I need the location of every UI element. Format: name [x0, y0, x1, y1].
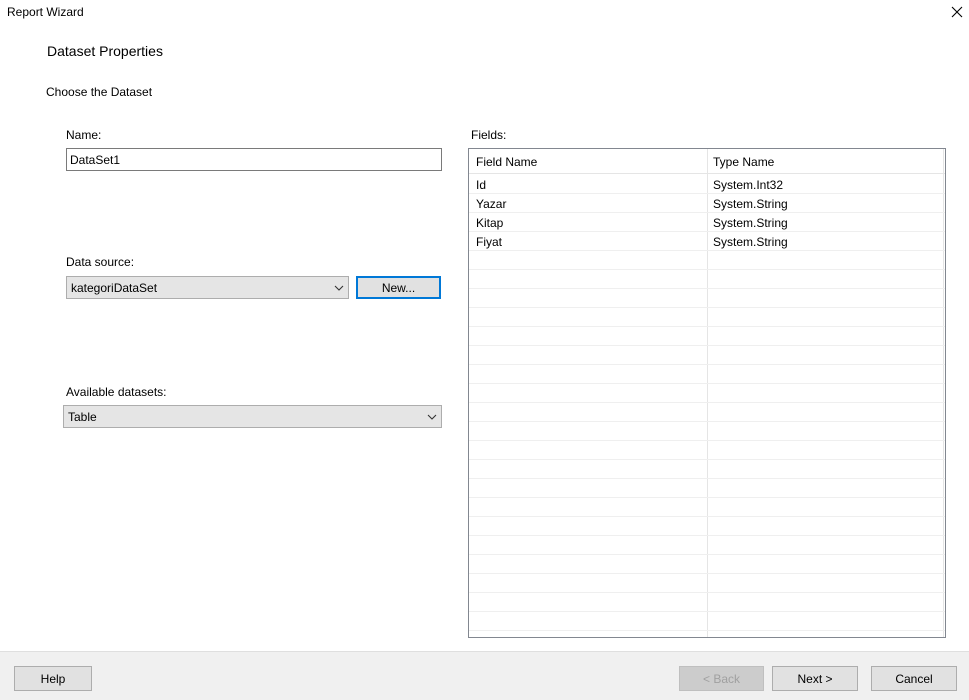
grid-header: Field Name Type Name [469, 149, 945, 174]
empty-row [469, 327, 945, 346]
field-name-cell: Id [476, 178, 487, 192]
fields-label: Fields: [471, 128, 507, 142]
data-source-label: Data source: [66, 255, 135, 269]
empty-row [469, 612, 945, 631]
empty-row [469, 498, 945, 517]
field-name-cell: Kitap [476, 216, 504, 230]
field-name-cell: Yazar [476, 197, 507, 211]
empty-row [469, 384, 945, 403]
empty-row [469, 270, 945, 289]
available-datasets-selected: Table [68, 410, 97, 424]
empty-row [469, 251, 945, 270]
cancel-button[interactable]: Cancel [871, 666, 957, 691]
data-source-selected: kategoriDataSet [71, 281, 158, 295]
back-button[interactable]: < Back [679, 666, 764, 691]
empty-row [469, 289, 945, 308]
empty-row [469, 574, 945, 593]
empty-row [469, 365, 945, 384]
table-row[interactable]: Kitap System.String [469, 213, 945, 232]
table-row[interactable]: Id System.Int32 [469, 175, 945, 194]
help-button[interactable]: Help [14, 666, 92, 691]
available-datasets-dropdown[interactable]: Table [63, 405, 442, 428]
empty-row [469, 555, 945, 574]
empty-row [469, 460, 945, 479]
column-header-type-name[interactable]: Type Name [713, 155, 774, 169]
empty-row [469, 536, 945, 555]
available-datasets-label: Available datasets: [66, 385, 167, 399]
close-button[interactable] [944, 0, 969, 24]
chevron-down-icon [427, 414, 437, 420]
empty-row [469, 517, 945, 536]
wizard-footer: Help < Back Next > Cancel [0, 651, 969, 700]
window-title: Report Wizard [7, 5, 84, 19]
empty-row [469, 403, 945, 422]
empty-row [469, 422, 945, 441]
table-row[interactable]: Yazar System.String [469, 194, 945, 213]
type-name-cell: System.String [713, 216, 788, 230]
page-heading: Dataset Properties [47, 43, 163, 59]
empty-row [469, 593, 945, 612]
fields-grid[interactable]: Field Name Type Name Id System.Int32 Yazar… [468, 148, 946, 638]
empty-row [469, 479, 945, 498]
field-name-cell: Fiyat [476, 235, 503, 249]
empty-row [469, 441, 945, 460]
table-row[interactable]: Fiyat System.String [469, 232, 945, 251]
name-label: Name: [66, 128, 102, 142]
empty-row [469, 346, 945, 365]
new-data-source-button[interactable]: New... [356, 276, 441, 299]
empty-row [469, 308, 945, 327]
type-name-cell: System.Int32 [713, 178, 784, 192]
close-icon [951, 6, 962, 18]
next-button[interactable]: Next > [772, 666, 858, 691]
column-header-field-name[interactable]: Field Name [476, 155, 537, 169]
page-subheading: Choose the Dataset [46, 85, 153, 99]
chevron-down-icon [334, 285, 344, 291]
data-source-dropdown[interactable]: kategoriDataSet [66, 276, 349, 299]
title-bar: Report Wizard [0, 0, 969, 24]
name-input[interactable] [66, 148, 442, 171]
type-name-cell: System.String [713, 235, 788, 249]
type-name-cell: System.String [713, 197, 788, 211]
